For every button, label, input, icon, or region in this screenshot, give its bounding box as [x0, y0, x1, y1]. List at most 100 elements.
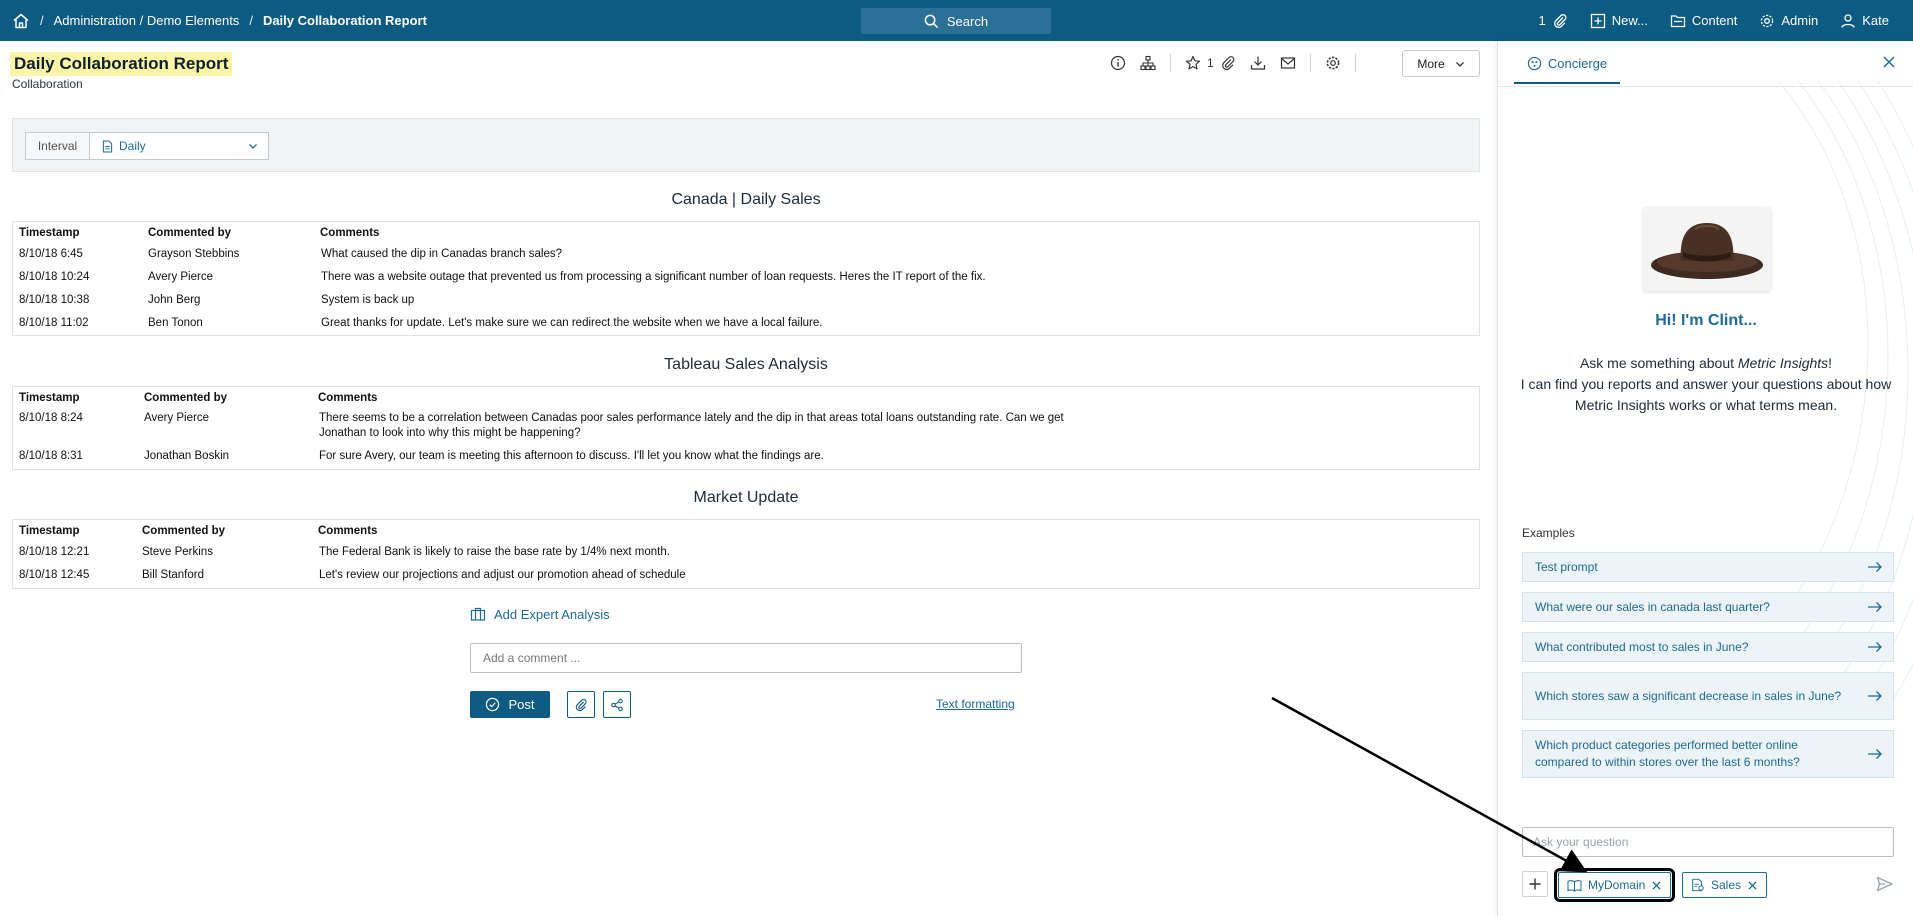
- cell-comment: Let's review our projections and adjust …: [319, 569, 686, 581]
- breadcrumb-separator: /: [249, 13, 253, 28]
- concierge-icon: [1527, 56, 1542, 71]
- example-prompt[interactable]: What were our sales in canada last quart…: [1522, 592, 1894, 622]
- cell-commented-by: Jonathan Boskin: [144, 450, 230, 462]
- section-title: Canada | Daily Sales: [671, 191, 821, 208]
- table-header-row: Timestamp Commented by Comments: [13, 387, 1479, 408]
- comment-input[interactable]: [470, 643, 1022, 673]
- gear-icon[interactable]: [1325, 55, 1341, 71]
- search-icon: [924, 14, 939, 28]
- cell-commented-by: Avery Pierce: [148, 271, 213, 283]
- arrow-right-icon: [1868, 749, 1882, 759]
- send-icon[interactable]: [1876, 875, 1894, 893]
- example-prompt[interactable]: What contributed most to sales in June?: [1522, 632, 1894, 662]
- more-button[interactable]: More: [1402, 50, 1480, 77]
- user-menu-button[interactable]: Kate: [1840, 13, 1889, 29]
- report-toolbar: 1: [1110, 53, 1356, 73]
- table-row: 8/10/18 10:24 Avery Pierce There was a w…: [13, 266, 1479, 289]
- table-row: 8/10/18 12:45 Bill Stanford Let's review…: [13, 564, 1479, 587]
- add-expert-analysis-link[interactable]: Add Expert Analysis: [470, 606, 610, 622]
- attach-file-button[interactable]: [567, 691, 595, 718]
- example-prompt-label: What were our sales in canada last quart…: [1535, 599, 1770, 614]
- panel-divider: [1498, 86, 1913, 87]
- ask-question-input[interactable]: [1522, 827, 1894, 857]
- global-search-button[interactable]: Search: [861, 8, 1051, 34]
- cell-comment: For sure Avery, our team is meeting this…: [319, 450, 824, 462]
- examples-label: Examples: [1522, 526, 1575, 540]
- intro-prefix: Ask me something about: [1579, 355, 1738, 371]
- hierarchy-icon[interactable]: [1140, 55, 1156, 71]
- toolbar-divider: [1170, 54, 1171, 72]
- toolbar-divider: [1309, 54, 1311, 72]
- tab-concierge-label: Concierge: [1547, 56, 1608, 71]
- post-button[interactable]: Post: [470, 691, 550, 718]
- comments-table: Timestamp Commented by Comments 8/10/18 …: [12, 386, 1480, 470]
- chevron-down-icon: [1455, 61, 1464, 67]
- context-chip-mydomain[interactable]: MyDomain: [1553, 868, 1676, 902]
- attachments-button[interactable]: 1: [1538, 13, 1567, 29]
- section-title: Market Update: [693, 489, 799, 506]
- cell-comment: System is back up: [321, 294, 415, 306]
- column-header-commented-by: Commented by: [144, 392, 228, 404]
- admin-button[interactable]: Admin: [1759, 13, 1818, 29]
- breadcrumb-separator: /: [40, 13, 44, 28]
- content-button[interactable]: Content: [1670, 13, 1737, 29]
- comments-table: Timestamp Commented by Comments 8/10/18 …: [12, 519, 1480, 589]
- close-icon[interactable]: [1747, 880, 1758, 891]
- column-header-commented-by: Commented by: [142, 525, 226, 537]
- home-icon[interactable]: [12, 12, 30, 30]
- add-context-button[interactable]: [1522, 871, 1548, 897]
- new-button[interactable]: New...: [1590, 13, 1648, 29]
- cell-commented-by: John Berg: [148, 294, 201, 306]
- text-formatting-link[interactable]: Text formatting: [936, 697, 1015, 711]
- concierge-intro: Ask me something about Metric Insights! …: [1518, 353, 1894, 416]
- new-label: New...: [1611, 13, 1648, 28]
- close-icon[interactable]: [1651, 880, 1662, 891]
- download-icon[interactable]: [1250, 55, 1266, 71]
- email-icon[interactable]: [1280, 55, 1296, 71]
- section-title: Tableau Sales Analysis: [664, 356, 828, 373]
- example-prompt[interactable]: Which stores saw a significant decrease …: [1522, 672, 1894, 720]
- document-icon: [102, 139, 113, 153]
- paperclip-icon[interactable]: [1220, 55, 1236, 71]
- column-header-timestamp: Timestamp: [19, 525, 80, 537]
- info-icon[interactable]: [1110, 55, 1126, 71]
- folder-icon: [1670, 14, 1685, 27]
- table-header-row: Timestamp Commented by Comments: [13, 520, 1479, 541]
- share-icon: [611, 698, 623, 711]
- example-prompt[interactable]: Which product categories performed bette…: [1522, 730, 1894, 778]
- table-row: 8/10/18 8:31 Jonathan Boskin For sure Av…: [13, 445, 1479, 468]
- toolbar-divider: [1354, 54, 1356, 72]
- search-label: Search: [946, 13, 989, 29]
- arrow-right-icon: [1868, 562, 1882, 572]
- interval-select[interactable]: Daily: [89, 132, 269, 160]
- share-button[interactable]: [603, 691, 631, 718]
- example-prompt[interactable]: Test prompt: [1522, 552, 1894, 582]
- cell-comment: Great thanks for update. Let's make sure…: [321, 317, 823, 329]
- table-row: 8/10/18 11:02 Ben Tonon Great thanks for…: [13, 312, 1479, 335]
- concierge-greeting: Hi! I'm Clint...: [1655, 312, 1757, 329]
- arrow-right-icon: [1868, 602, 1882, 612]
- breadcrumb-path-link[interactable]: Administration / Demo Elements: [54, 13, 240, 28]
- cell-timestamp: 8/10/18 10:38: [19, 294, 90, 306]
- context-chip-sales[interactable]: Sales: [1682, 872, 1768, 898]
- close-icon[interactable]: [1882, 55, 1896, 69]
- table-row: 8/10/18 6:45 Grayson Stebbins What cause…: [13, 243, 1479, 266]
- cell-timestamp: 8/10/18 6:45: [19, 248, 83, 260]
- arrow-right-icon: [1868, 642, 1882, 652]
- star-icon[interactable]: [1185, 55, 1201, 71]
- intro-description: I can find you reports and answer your q…: [1520, 376, 1892, 413]
- intro-suffix: !: [1828, 355, 1833, 371]
- tab-concierge[interactable]: Concierge: [1514, 51, 1620, 84]
- table-row: 8/10/18 12:21 Steve Perkins The Federal …: [13, 541, 1479, 564]
- attachments-count: 1: [1538, 13, 1546, 28]
- more-label: More: [1417, 56, 1445, 71]
- table-header-row: Timestamp Commented by Comments: [13, 222, 1479, 243]
- filter-bar: Interval Daily: [12, 118, 1480, 172]
- gear-icon: [1761, 14, 1774, 27]
- cell-comment: There was a website outage that prevente…: [321, 271, 986, 283]
- comments-table: Timestamp Commented by Comments 8/10/18 …: [12, 221, 1480, 336]
- table-row: 8/10/18 8:24 Avery Pierce There seems to…: [13, 408, 1479, 445]
- breadcrumb: / Administration / Demo Elements / Daily…: [0, 12, 427, 30]
- cell-timestamp: 8/10/18 8:31: [19, 450, 83, 462]
- attachments-count: 1: [1207, 56, 1214, 70]
